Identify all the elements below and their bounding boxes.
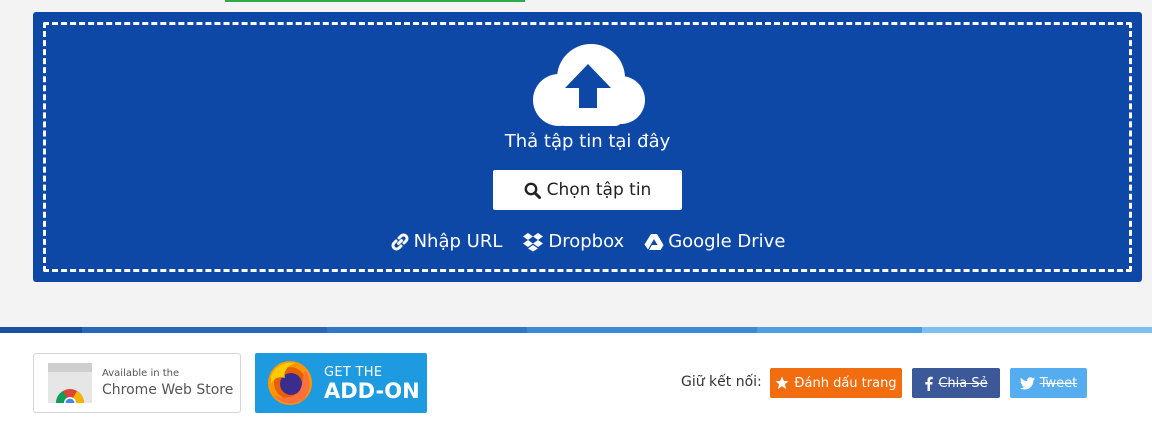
- source-url-label: Nhập URL: [413, 231, 503, 252]
- twitter-tweet-label: Tweet: [1039, 375, 1078, 391]
- firefox-icon: [268, 361, 312, 405]
- link-icon: [391, 232, 409, 251]
- firefox-badge-line1: GET THE: [324, 365, 383, 380]
- chrome-web-store-icon: [48, 363, 92, 403]
- facebook-icon: [925, 376, 934, 391]
- footer: Available in the Chrome Web Store GET TH…: [0, 333, 1152, 431]
- connect-label: Giữ kết nối:: [681, 374, 762, 390]
- source-google-drive-link[interactable]: Google Drive: [644, 231, 785, 252]
- chrome-badge-line2: Chrome Web Store: [102, 382, 234, 398]
- top-progress-fill: [225, 0, 525, 2]
- chrome-badge-line1: Available in the: [102, 368, 180, 379]
- cloud-upload-icon: [533, 44, 645, 126]
- firefox-badge-line2: ADD-ON: [324, 379, 420, 403]
- source-google-drive-label: Google Drive: [668, 231, 786, 252]
- search-icon: [524, 182, 541, 199]
- source-dropbox-label: Dropbox: [548, 231, 625, 252]
- dropbox-icon: [523, 232, 544, 251]
- star-icon: [775, 376, 789, 389]
- source-url-link[interactable]: Nhập URL: [390, 231, 503, 252]
- firefox-addon-badge[interactable]: GET THE ADD-ON: [255, 353, 427, 413]
- drop-text: Thả tập tin tại đây: [504, 131, 671, 152]
- top-progress-bar: [225, 0, 525, 2]
- facebook-share-button[interactable]: Chia Sẻ: [912, 368, 1000, 398]
- chrome-web-store-badge[interactable]: Available in the Chrome Web Store: [33, 353, 241, 413]
- google-drive-icon: [644, 233, 664, 250]
- upload-drop-zone[interactable]: Thả tập tin tại đây Chọn tập tin Nhập UR…: [33, 12, 1142, 282]
- facebook-share-label: Chia Sẻ: [938, 375, 988, 391]
- choose-file-button[interactable]: Chọn tập tin: [493, 170, 682, 210]
- source-dropbox-link[interactable]: Dropbox: [522, 231, 624, 252]
- choose-file-label: Chọn tập tin: [546, 180, 652, 200]
- bookmark-label: Đánh dấu trang: [794, 375, 897, 391]
- upload-sources: Nhập URL Dropbox Google Drive: [33, 231, 1142, 252]
- twitter-tweet-button[interactable]: Tweet: [1010, 368, 1087, 398]
- bookmark-button[interactable]: Đánh dấu trang: [770, 368, 902, 398]
- twitter-icon: [1019, 376, 1035, 389]
